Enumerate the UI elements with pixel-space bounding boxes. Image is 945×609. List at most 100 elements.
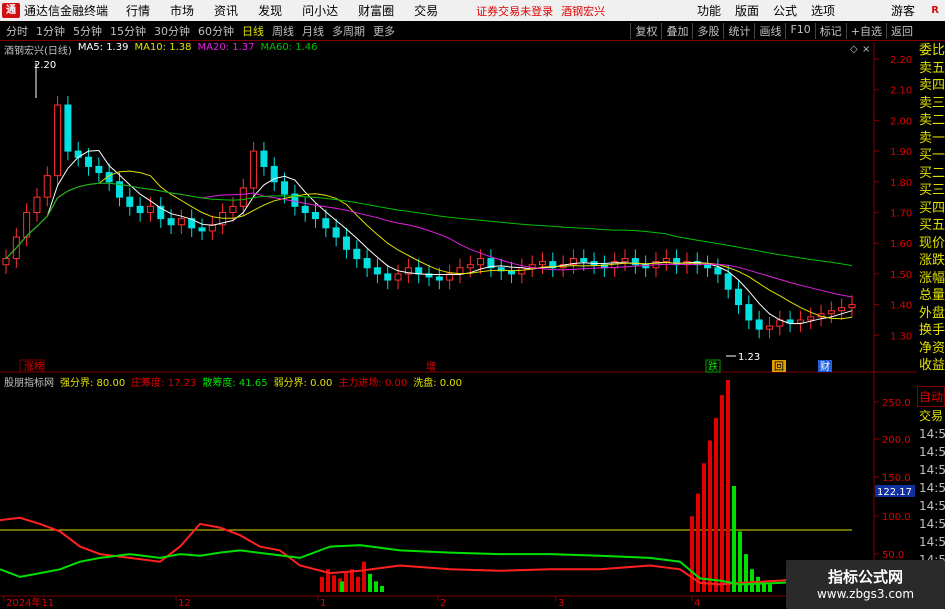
zhuang-bar bbox=[350, 569, 354, 592]
zhuang-bar bbox=[362, 561, 366, 592]
quote-field: 买三 bbox=[919, 183, 945, 198]
candle-body bbox=[95, 165, 103, 174]
quote-field: 换手 bbox=[919, 323, 945, 338]
quote-field: 卖一 bbox=[919, 130, 945, 146]
quote-field: 卖三 bbox=[919, 95, 945, 111]
candle-body bbox=[662, 258, 670, 263]
quote-panel: 委比 卖五 卖四 卖三 卖二 卖一 买一 买二 买三 买四 买五 现价 涨跌 涨幅 总量 外盘 换手 净资 收益 bbox=[917, 42, 945, 386]
candle-body bbox=[394, 273, 402, 281]
zt-label: 涨榜 bbox=[24, 360, 44, 373]
tick-time: 14:56 bbox=[919, 499, 945, 513]
zhuang-bar bbox=[702, 463, 706, 592]
candle-body bbox=[477, 258, 485, 266]
candle-body bbox=[312, 212, 320, 220]
candle-body bbox=[322, 218, 330, 229]
tick-time: 14:56 bbox=[919, 445, 945, 459]
zhuang-bar bbox=[720, 395, 724, 592]
zhuang-bar bbox=[726, 380, 730, 592]
tick-time: 14:56 bbox=[919, 481, 945, 495]
candle-body bbox=[415, 267, 423, 275]
sub-tick-label: 200.0 bbox=[882, 435, 911, 446]
candle-body bbox=[755, 319, 763, 330]
san-label: 散筹度: 41.65 bbox=[202, 378, 268, 389]
sub-tick-label: 100.0 bbox=[882, 512, 911, 523]
zhuang-bar bbox=[320, 576, 324, 592]
ma5-label: MA5: 1.39 bbox=[77, 42, 129, 53]
auto-button[interactable]: 自动 bbox=[917, 386, 945, 407]
tick-time: 14:56 bbox=[919, 535, 945, 549]
diamond-icon[interactable]: ◇ bbox=[850, 44, 858, 55]
quote-field: 总量 bbox=[919, 288, 945, 303]
kline-chart[interactable]: 2.20 2.10 2.00 1.90 1.80 1.70 1.60 1.50 1.40 1.30… bbox=[0, 0, 945, 609]
tick-time: 14:56 bbox=[919, 463, 945, 477]
candle-body bbox=[363, 258, 371, 269]
zhuang-bar bbox=[332, 575, 336, 592]
san-bar bbox=[340, 581, 344, 592]
candle-body bbox=[33, 196, 41, 213]
hui-label: 回 bbox=[774, 361, 784, 373]
candle-body bbox=[765, 325, 773, 330]
zhuang-bar bbox=[344, 572, 348, 592]
x-tick-label: 4 bbox=[694, 598, 700, 609]
quote-field: 委比 bbox=[919, 43, 945, 58]
sub-axis-marker-label: 122.17 bbox=[877, 487, 912, 498]
price-axis: 2.20 2.10 2.00 1.90 1.80 1.70 1.60 1.50 1.40 1.30 bbox=[874, 55, 912, 342]
quote-field: 卖四 bbox=[919, 78, 945, 93]
candle-body bbox=[724, 273, 732, 290]
quote-field: 卖二 bbox=[919, 113, 945, 128]
candle-body bbox=[239, 187, 247, 207]
quote-field: 买二 bbox=[919, 165, 945, 181]
candle-body bbox=[64, 104, 72, 152]
san-bar bbox=[750, 569, 754, 592]
watermark: 指标公式网 www.zbgs3.com bbox=[786, 560, 945, 609]
close-pane-icon[interactable]: × bbox=[862, 44, 870, 55]
quote-field: 外盘 bbox=[919, 305, 945, 321]
main-in-label: 主力进场: 0.00 bbox=[338, 378, 408, 389]
san-bar bbox=[374, 581, 378, 592]
price-tick-label: 1.40 bbox=[890, 301, 912, 312]
candle-body bbox=[301, 205, 309, 214]
price-tick-label: 2.10 bbox=[890, 86, 912, 97]
tick-time: 14:56 bbox=[919, 427, 945, 441]
candle-body bbox=[807, 316, 815, 321]
san-bar bbox=[732, 486, 736, 592]
indicator-name[interactable]: 股朋指标网 bbox=[4, 374, 54, 389]
candle-body bbox=[229, 205, 237, 214]
quote-field: 涨跌 bbox=[919, 253, 945, 268]
sub-tick-label: 250.0 bbox=[882, 398, 911, 409]
trade-panel: 自动 交易 14:56 14:56 14:56 14:56 14:56 14:56 14:5… bbox=[917, 386, 945, 586]
price-tick-label: 2.20 bbox=[890, 55, 912, 66]
candle-body bbox=[54, 104, 62, 177]
san-bar bbox=[744, 554, 748, 592]
sub-legend: 股朋指标网 强分界: 80.00 庄筹度: 17.23 散筹度: 41.65 弱… bbox=[4, 374, 462, 389]
candle-body bbox=[848, 304, 856, 309]
candle-body bbox=[735, 288, 743, 306]
candle-body bbox=[538, 261, 546, 266]
candle-body bbox=[260, 150, 268, 167]
candle-body bbox=[342, 236, 350, 250]
candle-body bbox=[85, 156, 93, 167]
candle-body bbox=[827, 310, 835, 315]
candle-body bbox=[745, 304, 753, 321]
cai-label: 财 bbox=[820, 360, 830, 373]
candle-body bbox=[704, 264, 712, 269]
price-tick-label: 1.90 bbox=[890, 147, 912, 158]
low-price-label: 1.23 bbox=[738, 352, 760, 363]
sub-axis: 250.0200.0150.0100.050.0 bbox=[874, 398, 911, 561]
die-label: 跌 bbox=[708, 360, 718, 373]
ma-lines bbox=[5, 149, 853, 325]
weak-label: 弱分界: 0.00 bbox=[273, 378, 333, 389]
candle-body bbox=[466, 264, 474, 269]
ma20-label: MA20: 1.37 bbox=[197, 42, 255, 53]
quote-field: 买四 bbox=[919, 200, 945, 216]
candle-body bbox=[435, 276, 443, 281]
ma-line bbox=[5, 182, 853, 267]
candle-body bbox=[250, 150, 258, 189]
trade-label[interactable]: 交易 bbox=[917, 407, 945, 425]
quote-field: 收益 bbox=[919, 358, 945, 373]
zhuang-bar bbox=[356, 576, 360, 592]
x-tick-label: 2 bbox=[440, 598, 446, 609]
candle-body bbox=[167, 218, 175, 226]
price-tick-label: 1.50 bbox=[890, 270, 912, 281]
price-tick-label: 1.80 bbox=[890, 178, 912, 189]
